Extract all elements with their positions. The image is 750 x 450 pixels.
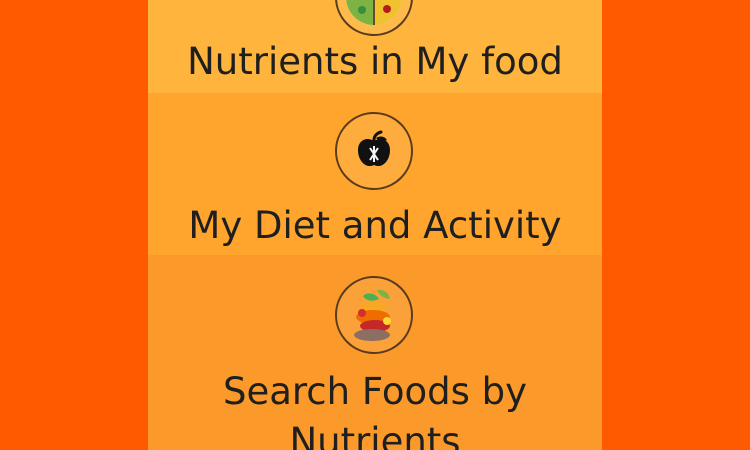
menu-item-label: Search Foods by Nutrients [222, 370, 528, 450]
apple-icon [335, 112, 413, 190]
food-plate-icon [335, 0, 413, 36]
menu-panel: Nutrients in My food My Diet and Activit… [148, 0, 602, 450]
food-stack-icon [335, 276, 413, 354]
food-plate-graphic [346, 0, 402, 25]
menu-item-nutrients-in-my-food[interactable]: Nutrients in My food [148, 0, 602, 93]
menu-item-my-diet-and-activity[interactable]: My Diet and Activity [148, 93, 602, 255]
menu-item-label: My Diet and Activity [188, 204, 562, 247]
menu-item-search-foods-by-nutrients[interactable]: Search Foods by Nutrients [148, 255, 602, 450]
food-stack-graphic [354, 289, 391, 341]
apple-graphic [358, 130, 390, 167]
app-screen: Nutrients in My food My Diet and Activit… [0, 0, 750, 450]
menu-item-label: Nutrients in My food [187, 40, 563, 83]
